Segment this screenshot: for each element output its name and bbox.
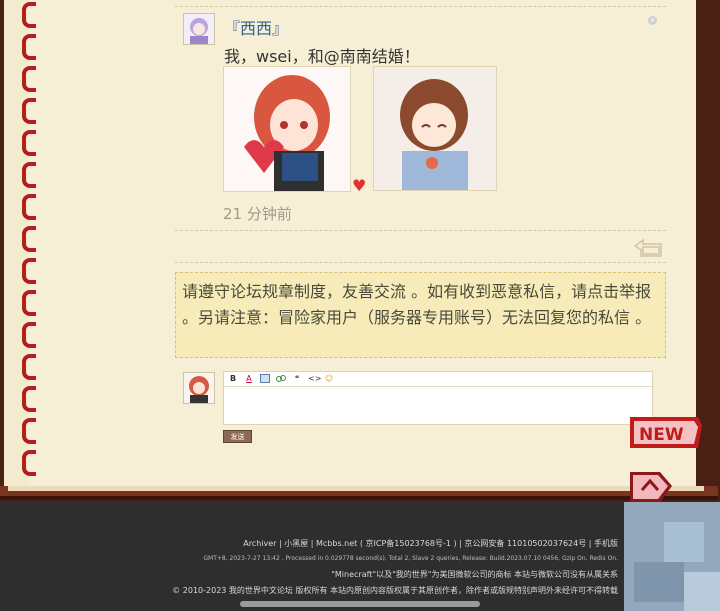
footer-links[interactable]: Archiver | 小黑屋 | Mcbbs.net ( 京ICP备150237…	[243, 538, 618, 549]
close-icon[interactable]: ×	[648, 16, 657, 25]
new-badge-label: NEW	[639, 425, 684, 445]
image-icon[interactable]	[260, 374, 270, 384]
new-badge[interactable]: NEW	[628, 415, 704, 450]
post-time: 21 分钟前	[223, 205, 292, 223]
notice-box: 请遵守论坛规章制度，友善交流 。如有收到恶意私信，请点击举报 。另请注意：冒险家…	[175, 272, 666, 358]
book-frame	[0, 0, 720, 502]
post-username[interactable]: 『西西』	[224, 15, 288, 39]
link-icon[interactable]	[276, 374, 286, 384]
notice-text: 请遵守论坛规章制度，友善交流 。如有收到恶意私信，请点击举报 。另请注意：冒险家…	[182, 282, 652, 327]
post-avatar[interactable]	[183, 13, 215, 45]
send-button[interactable]: 发送	[223, 430, 252, 443]
post-image-2[interactable]	[373, 66, 497, 191]
footer-copyright: © 2010-2023 我的世界中文论坛 版权所有 本站内原创内容版权属于其原创…	[172, 586, 618, 595]
binding-rings	[22, 0, 38, 480]
bold-button[interactable]: B	[228, 374, 238, 384]
corner-image	[624, 502, 720, 611]
divider	[175, 6, 666, 7]
code-button[interactable]: <>	[308, 374, 321, 384]
footer-stats: GMT+8, 2023-7-27 13:42 , Processed in 0.…	[203, 555, 618, 562]
post-image-1[interactable]	[223, 66, 351, 192]
divider	[175, 262, 666, 263]
reply-avatar[interactable]	[183, 372, 215, 404]
footer-links-text[interactable]: Archiver | 小黑屋 | Mcbbs.net ( 京ICP备150237…	[243, 539, 618, 548]
reply-editor[interactable]: B A ❝ <> ☺	[223, 371, 653, 425]
back-to-top-icon[interactable]	[628, 470, 674, 504]
smiley-icon[interactable]: ☺	[324, 374, 334, 384]
editor-toolbar: B A ❝ <> ☺	[224, 372, 652, 387]
quote-button[interactable]: ❝	[292, 374, 302, 384]
heart-icon: ♥	[352, 176, 367, 195]
reply-icon[interactable]	[633, 238, 665, 260]
horizontal-scrollbar[interactable]	[240, 601, 480, 607]
footer-trademark: "Minecraft"以及"我的世界"为美国微软公司的商标 本站与微软公司没有从…	[331, 570, 618, 579]
font-color-button[interactable]: A	[244, 374, 254, 384]
page-bottom-edge	[0, 486, 718, 500]
divider	[175, 230, 666, 231]
post-text: 我，wsei，和@南南结婚！	[224, 47, 420, 66]
